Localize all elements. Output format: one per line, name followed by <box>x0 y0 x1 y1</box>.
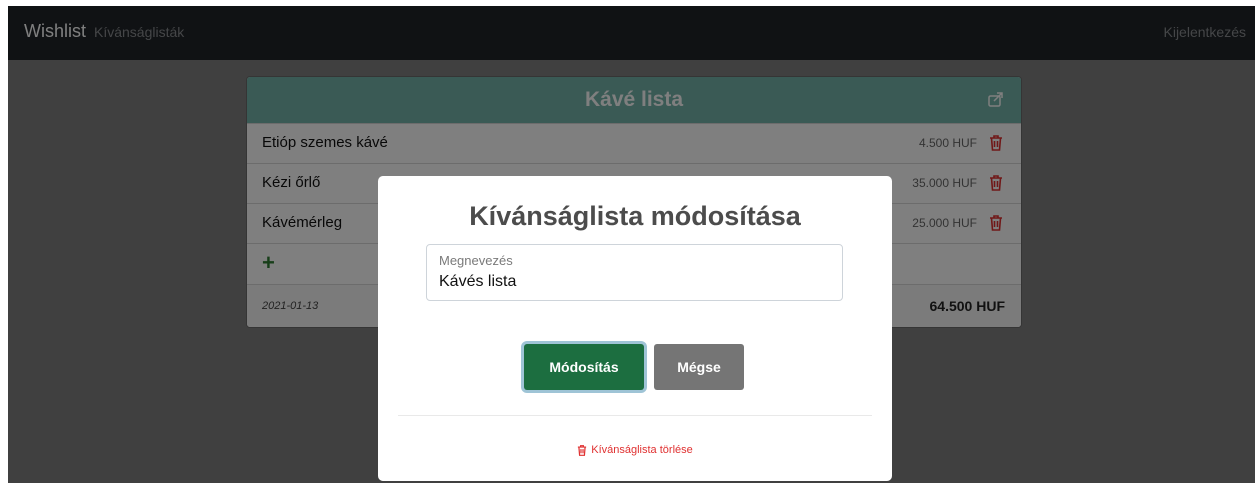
app-frame: Wishlist Kívánságlisták Kijelentkezés Ká… <box>8 6 1255 483</box>
name-field[interactable]: Megnevezés Kávés lista <box>426 244 843 301</box>
trash-icon <box>578 444 587 456</box>
delete-wishlist-label: Kívánságlista törlése <box>591 444 693 456</box>
edit-wishlist-modal: Kívánságlista módosítása Megnevezés Kávé… <box>378 176 892 481</box>
delete-wishlist-link[interactable]: Kívánságlista törlése <box>378 444 892 456</box>
name-field-label: Megnevezés <box>439 253 513 268</box>
cancel-button[interactable]: Mégse <box>654 344 744 390</box>
name-input[interactable]: Kávés lista <box>439 273 516 291</box>
modal-title: Kívánságlista módosítása <box>469 201 801 231</box>
divider <box>398 415 872 416</box>
submit-button[interactable]: Módosítás <box>524 344 644 390</box>
